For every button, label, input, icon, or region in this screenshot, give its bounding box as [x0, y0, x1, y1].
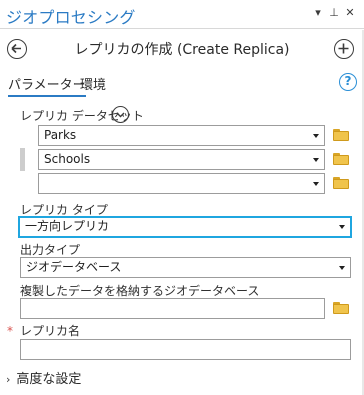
add-button[interactable] — [334, 39, 354, 59]
output-type-select[interactable]: ジオデータベース — [20, 257, 351, 278]
tool-header: レプリカの作成 (Create Replica) — [0, 30, 364, 68]
dataset-select-3[interactable] — [38, 173, 325, 194]
required-marker: * — [7, 324, 13, 338]
replica-type-select[interactable]: 一方向レプリカ — [18, 216, 352, 238]
pane-menu-icon[interactable]: ▾ — [311, 6, 325, 20]
back-arrow-icon — [11, 43, 21, 54]
dataset-value: Parks — [44, 128, 77, 142]
geodatabase-label: 複製したデータを格納するジオデータベース — [20, 284, 260, 298]
dataset-value: Schools — [44, 152, 91, 166]
output-type-value: ジオデータベース — [26, 260, 122, 274]
dataset-select-2[interactable]: Schools — [38, 149, 325, 170]
pane-title: ジオプロセシング — [6, 8, 136, 27]
close-icon[interactable]: ✕ — [343, 6, 357, 20]
replica-name-input[interactable] — [20, 339, 351, 360]
dropdown-arrow-icon — [339, 225, 345, 229]
dataset-select-1[interactable]: Parks — [38, 125, 325, 146]
dropdown-arrow-icon — [339, 266, 345, 270]
geodatabase-input[interactable] — [20, 298, 325, 319]
dropdown-arrow-icon — [313, 182, 319, 186]
replica-name-label: レプリカ名 — [20, 324, 81, 338]
dropdown-arrow-icon — [313, 134, 319, 138]
back-button[interactable] — [7, 39, 27, 59]
replica-type-value: 一方向レプリカ — [25, 219, 110, 233]
chevron-right-icon: › — [6, 373, 11, 386]
help-icon[interactable]: ? — [339, 73, 357, 91]
chevron-down-icon — [116, 112, 125, 118]
advanced-settings-toggle[interactable]: › 高度な設定 — [6, 368, 81, 387]
tab-environments[interactable]: 環境 — [80, 74, 106, 93]
folder-icon[interactable] — [333, 177, 349, 189]
plus-icon — [338, 43, 349, 54]
folder-icon[interactable] — [333, 129, 349, 141]
pin-icon[interactable]: ⊥ — [327, 6, 341, 20]
dropdown-arrow-icon — [313, 158, 319, 162]
tab-parameters[interactable]: パラメーター — [8, 74, 86, 97]
advanced-settings-label: 高度な設定 — [16, 372, 82, 387]
pane-titlebar: ジオプロセシング ▾ ⊥ ✕ — [0, 0, 364, 29]
output-type-label: 出力タイプ — [20, 243, 81, 257]
folder-icon[interactable] — [333, 302, 349, 314]
tab-strip: パラメーター 環境 ? — [0, 70, 364, 98]
folder-icon[interactable] — [333, 153, 349, 165]
drag-handle[interactable] — [20, 148, 25, 171]
tool-title: レプリカの作成 (Create Replica) — [74, 42, 290, 58]
datasets-expand-button[interactable] — [112, 106, 129, 123]
